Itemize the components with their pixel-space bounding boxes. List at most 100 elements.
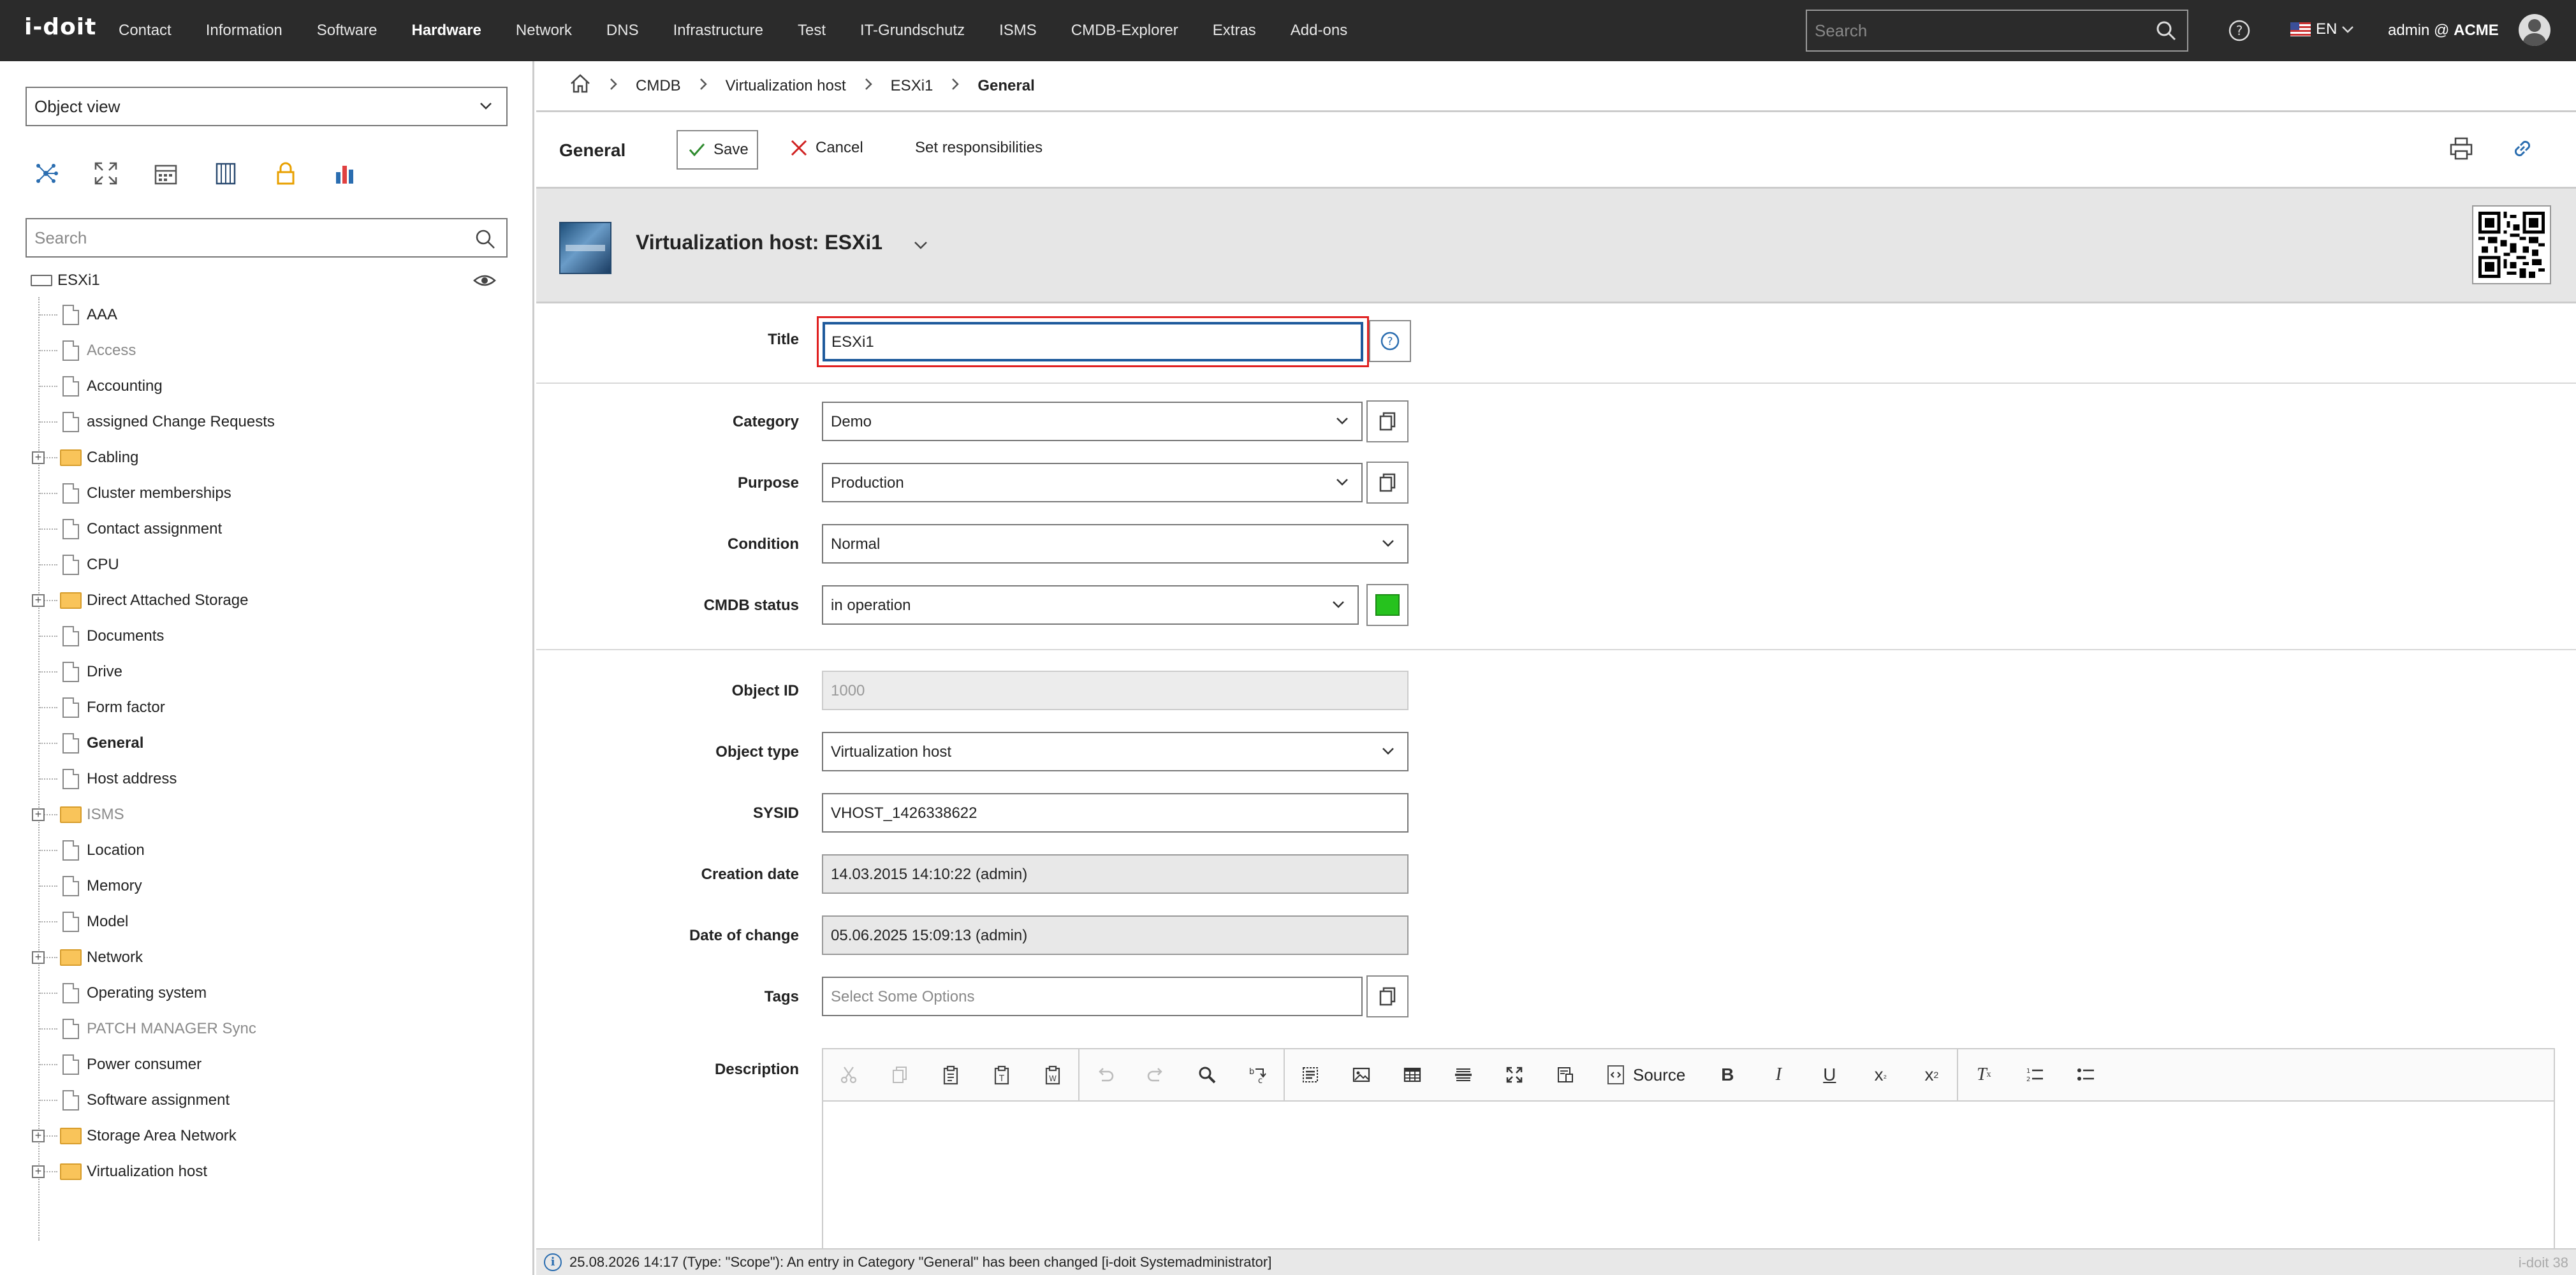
tree-item-cpu[interactable]: CPU <box>0 547 529 583</box>
copy-icon[interactable] <box>874 1049 925 1101</box>
tree-item-power-consumer[interactable]: Power consumer <box>0 1047 529 1082</box>
nav-item-test[interactable]: Test <box>798 22 826 40</box>
calendar-icon[interactable] <box>153 161 179 186</box>
nav-item-contact[interactable]: Contact <box>119 22 172 40</box>
nav-item-cmdb-explorer[interactable]: CMDB-Explorer <box>1071 22 1178 40</box>
redo-icon[interactable] <box>1131 1049 1182 1101</box>
tree-item-form-factor[interactable]: Form factor <box>0 690 529 725</box>
show-blocks-icon[interactable] <box>1540 1049 1591 1101</box>
tree-root[interactable]: ESXi1 <box>31 272 100 289</box>
description-editor[interactable]: T W bc Source B I U x ₂ x 2 T x 1 2 <box>822 1048 2555 1265</box>
breadcrumb-item[interactable]: Virtualization host <box>726 77 846 95</box>
tree-item-documents[interactable]: Documents <box>0 618 529 654</box>
tree-item-cabling[interactable]: + Cabling <box>0 440 529 476</box>
tree-item-network[interactable]: + Network <box>0 940 529 975</box>
expand-plus-icon[interactable]: + <box>32 1130 45 1142</box>
nav-item-hardware[interactable]: Hardware <box>412 22 481 40</box>
search-icon[interactable] <box>2155 20 2177 46</box>
language-selector[interactable]: EN <box>2290 20 2355 38</box>
find-icon[interactable] <box>1182 1049 1233 1101</box>
tree-item-access[interactable]: Access <box>0 333 529 368</box>
paste-word-icon[interactable]: W <box>1027 1049 1078 1101</box>
expand-plus-icon[interactable]: + <box>32 594 45 607</box>
tree-item-aaa[interactable]: AAA <box>0 297 529 333</box>
select-all-icon[interactable] <box>1285 1049 1336 1101</box>
tree-item-general[interactable]: General <box>0 725 529 761</box>
italic-icon[interactable]: I <box>1753 1049 1804 1101</box>
tree-item-memory[interactable]: Memory <box>0 868 529 904</box>
tree-item-accounting[interactable]: Accounting <box>0 368 529 404</box>
idoit-logo[interactable]: i-doit <box>24 14 96 40</box>
table-icon[interactable] <box>1387 1049 1438 1101</box>
cmdb-status-select[interactable]: in operation <box>822 585 1359 625</box>
cut-icon[interactable] <box>823 1049 874 1101</box>
bulleted-list-icon[interactable] <box>2060 1049 2111 1101</box>
tree-item-model[interactable]: Model <box>0 904 529 940</box>
lock-icon[interactable] <box>273 161 298 186</box>
tree-item-isms[interactable]: + ISMS <box>0 797 529 833</box>
tags-input[interactable]: Select Some Options <box>822 977 1363 1016</box>
set-responsibilities-button[interactable]: Set responsibilities <box>915 139 1043 157</box>
cancel-button[interactable]: Cancel <box>790 139 863 157</box>
bold-icon[interactable]: B <box>1702 1049 1753 1101</box>
nav-item-information[interactable]: Information <box>206 22 282 40</box>
tree-search[interactable] <box>26 218 508 258</box>
horizontal-line-icon[interactable] <box>1438 1049 1489 1101</box>
nav-item-dns[interactable]: DNS <box>606 22 639 40</box>
nav-item-infrastructure[interactable]: Infrastructure <box>673 22 763 40</box>
maximize-icon[interactable] <box>1489 1049 1540 1101</box>
underline-icon[interactable]: U <box>1804 1049 1855 1101</box>
superscript-icon[interactable]: x2 <box>1906 1049 1957 1101</box>
expand-plus-icon[interactable]: + <box>32 1165 45 1178</box>
replace-icon[interactable]: bc <box>1233 1049 1284 1101</box>
search-icon[interactable] <box>474 228 496 254</box>
category-copy-button[interactable] <box>1366 400 1409 442</box>
expand-plus-icon[interactable]: + <box>32 951 45 964</box>
rack-icon[interactable] <box>213 161 238 186</box>
tree-search-input[interactable] <box>27 219 506 256</box>
home-icon[interactable] <box>569 73 591 98</box>
title-input[interactable]: ESXi1 <box>823 322 1363 361</box>
chevron-down-icon[interactable] <box>912 236 929 256</box>
tree-item-patch-manager-sync[interactable]: PATCH MANAGER Sync <box>0 1011 529 1047</box>
avatar[interactable] <box>2519 14 2550 46</box>
global-search[interactable] <box>1806 10 2188 52</box>
view-select[interactable]: Object view <box>26 87 508 126</box>
sysid-input[interactable]: VHOST_1426338622 <box>822 793 1409 833</box>
expand-plus-icon[interactable]: + <box>32 451 45 464</box>
remove-format-icon[interactable]: Tx <box>1958 1049 2009 1101</box>
save-button[interactable]: Save <box>677 130 758 170</box>
tree-item-location[interactable]: Location <box>0 833 529 868</box>
numbered-list-icon[interactable]: 12 <box>2009 1049 2060 1101</box>
expand-icon[interactable] <box>93 161 119 186</box>
qr-code[interactable] <box>2472 205 2551 284</box>
nav-item-extras[interactable]: Extras <box>1213 22 1256 40</box>
tree-item-storage-area-network[interactable]: + Storage Area Network <box>0 1118 529 1154</box>
eye-icon[interactable] <box>473 272 496 294</box>
tree-item-cluster-memberships[interactable]: Cluster memberships <box>0 476 529 511</box>
nav-item-network[interactable]: Network <box>516 22 572 40</box>
nav-item-it-grundschutz[interactable]: IT-Grundschutz <box>860 22 965 40</box>
paste-icon[interactable] <box>925 1049 976 1101</box>
tree-item-virtualization-host[interactable]: + Virtualization host <box>0 1154 529 1190</box>
help-button[interactable]: ? <box>1369 320 1411 362</box>
subscript-icon[interactable]: x₂ <box>1855 1049 1906 1101</box>
tree-item-host-address[interactable]: Host address <box>0 761 529 797</box>
nav-item-add-ons[interactable]: Add-ons <box>1291 22 1347 40</box>
object-type-select[interactable]: Virtualization host <box>822 732 1409 771</box>
purpose-select[interactable]: Production <box>822 463 1363 502</box>
user-menu[interactable]: admin @ ACME <box>2388 22 2499 40</box>
tree-item-operating-system[interactable]: Operating system <box>0 975 529 1011</box>
print-icon[interactable] <box>2449 136 2473 165</box>
image-icon[interactable] <box>1336 1049 1387 1101</box>
tree-item-direct-attached-storage[interactable]: + Direct Attached Storage <box>0 583 529 618</box>
tree-item-software-assignment[interactable]: Software assignment <box>0 1082 529 1118</box>
link-icon[interactable] <box>2510 136 2535 165</box>
expand-plus-icon[interactable]: + <box>32 808 45 821</box>
statistics-icon[interactable] <box>333 161 358 186</box>
nav-item-software[interactable]: Software <box>317 22 377 40</box>
relations-icon[interactable] <box>33 161 59 186</box>
global-search-input[interactable] <box>1807 11 2187 50</box>
help-icon[interactable]: ? <box>2228 19 2251 47</box>
undo-icon[interactable] <box>1079 1049 1131 1101</box>
